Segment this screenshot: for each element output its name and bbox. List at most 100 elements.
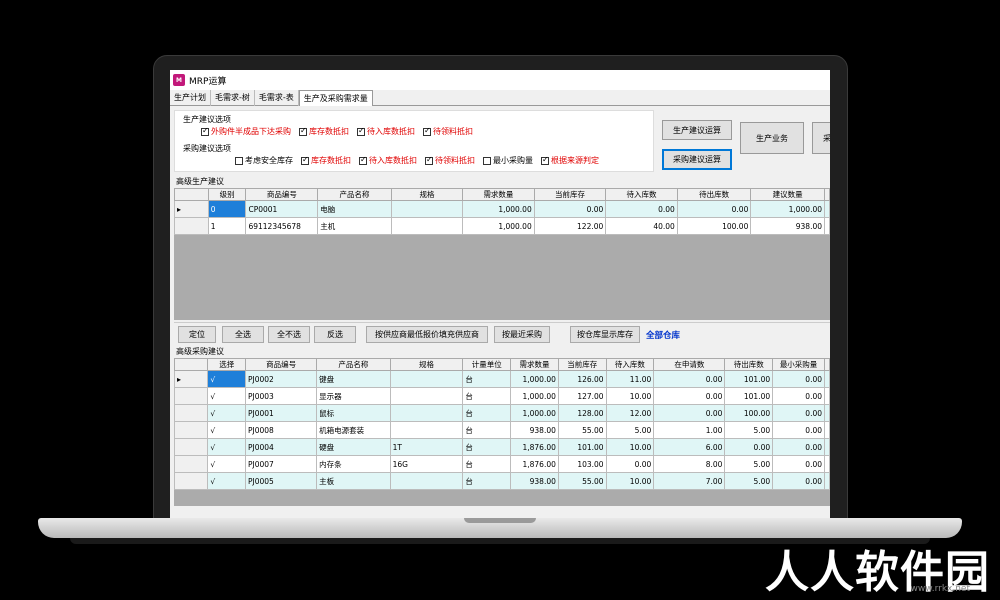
table-cell[interactable]: 0.00 bbox=[772, 438, 825, 456]
purchase-business-button[interactable]: 采 bbox=[812, 122, 830, 154]
table-cell[interactable]: 1,000.00 bbox=[510, 370, 559, 388]
table-cell[interactable] bbox=[390, 200, 464, 218]
table-row[interactable]: √ PJ0008 机箱电源套装台 938.00 55.00 5.00 1.00 5.00 0.0… bbox=[174, 421, 830, 439]
table-cell[interactable]: 0.00 bbox=[533, 200, 607, 218]
column-header[interactable]: 级别 bbox=[207, 188, 247, 201]
table-cell[interactable]: 鼠标 bbox=[316, 404, 391, 422]
table-row[interactable]: √ PJ0001 鼠标台 1,000.00 128.00 12.00 0.00 100.00 0… bbox=[174, 404, 830, 422]
table-row[interactable]: ▸ 0 CP0001 电脑 1,000.00 0.00 0.00 0.00 1,000.00 bbox=[174, 200, 830, 218]
table-cell[interactable]: PJ0007 bbox=[244, 455, 318, 473]
tab-gross-demand-table[interactable]: 毛需求-表 bbox=[255, 90, 299, 106]
option-checkbox[interactable]: 待领料抵扣 bbox=[425, 155, 475, 166]
table-cell[interactable]: √ bbox=[207, 387, 246, 405]
table-cell[interactable]: 69112345678 bbox=[245, 217, 319, 235]
tab-production-plan[interactable]: 生产计划 bbox=[170, 90, 211, 106]
locate-button[interactable]: 定位 bbox=[178, 326, 216, 343]
table-cell[interactable]: 1,000.00 bbox=[750, 200, 825, 218]
row-header[interactable] bbox=[174, 455, 209, 473]
table-cell[interactable] bbox=[389, 421, 464, 439]
recent-purchase-button[interactable]: 按最近采购 bbox=[494, 326, 550, 343]
table-cell[interactable]: 101.00 bbox=[724, 387, 774, 405]
table-cell[interactable]: 0.00 bbox=[772, 404, 825, 422]
show-by-warehouse-button[interactable]: 按仓库显示库存 bbox=[570, 326, 640, 343]
table-cell[interactable]: 1,876.00 bbox=[510, 455, 559, 473]
table-cell[interactable]: 5.00 bbox=[724, 472, 774, 490]
production-business-button[interactable]: 生产业务 bbox=[740, 122, 804, 154]
checkbox-box[interactable] bbox=[359, 155, 367, 165]
table-cell[interactable]: 0.00 bbox=[605, 455, 655, 473]
table-cell[interactable]: √ bbox=[207, 421, 246, 439]
column-header[interactable]: 选择 bbox=[207, 358, 246, 371]
table-cell[interactable]: 0.00 bbox=[772, 370, 825, 388]
column-header[interactable]: 计量单位 bbox=[462, 358, 512, 371]
table-cell[interactable]: 100.00 bbox=[724, 404, 774, 422]
table-cell[interactable]: CP0001 bbox=[245, 200, 319, 218]
table-cell[interactable] bbox=[389, 404, 464, 422]
table-row[interactable]: ▸ √ PJ0002 键盘台 1,000.00 126.00 11.00 0.00 101.00… bbox=[174, 370, 830, 388]
table-cell[interactable]: 103.00 bbox=[557, 455, 607, 473]
table-cell[interactable]: 938.00 bbox=[510, 472, 559, 490]
checkbox-box[interactable] bbox=[423, 126, 431, 136]
table-cell[interactable]: 键盘 bbox=[316, 370, 391, 388]
table-row[interactable]: √ PJ0007 内存条 16G 台 1,876.00 103.00 0.00 8.00 5.00… bbox=[174, 455, 830, 473]
table-cell[interactable]: 101.00 bbox=[557, 438, 607, 456]
table-cell[interactable]: 5.00 bbox=[605, 421, 655, 439]
checkbox-box[interactable] bbox=[483, 156, 491, 165]
table-cell[interactable]: √ bbox=[207, 472, 246, 490]
column-header[interactable]: 需求数量 bbox=[510, 358, 559, 371]
table-row[interactable]: 1 69112345678 主机 1,000.00 122.00 40.00 100.00 9… bbox=[174, 217, 830, 235]
table-cell[interactable]: 1T bbox=[389, 438, 464, 456]
option-checkbox[interactable]: 根据来源判定 bbox=[541, 155, 599, 166]
table-cell[interactable]: PJ0003 bbox=[244, 387, 318, 405]
option-checkbox[interactable]: 考虑安全库存 bbox=[235, 155, 293, 166]
column-header[interactable]: 最小采购量 bbox=[772, 358, 825, 371]
table-cell[interactable]: 0.00 bbox=[772, 472, 825, 490]
table-cell[interactable]: 16G bbox=[389, 455, 464, 473]
column-header[interactable]: 产品名称 bbox=[316, 358, 391, 371]
table-cell[interactable]: PJ0004 bbox=[244, 438, 318, 456]
table-row[interactable]: √ PJ0004 硬盘 1T 台 1,876.00 101.00 10.00 6.00 0.00 0… bbox=[174, 438, 830, 456]
table-cell[interactable]: 硬盘 bbox=[316, 438, 391, 456]
table-cell[interactable]: 1,000.00 bbox=[510, 404, 559, 422]
table-cell[interactable]: 11.00 bbox=[605, 370, 655, 388]
table-cell[interactable]: 显示器 bbox=[316, 387, 391, 405]
table-cell[interactable]: √ bbox=[207, 455, 246, 473]
table-cell[interactable]: 0.00 bbox=[653, 387, 726, 405]
row-header[interactable] bbox=[174, 438, 209, 456]
column-header[interactable]: 待入库数 bbox=[605, 358, 655, 371]
fill-lowest-supplier-button[interactable]: 按供应商最低报价填充供应商 bbox=[366, 326, 488, 343]
table-cell[interactable]: 0.00 bbox=[772, 455, 825, 473]
checkbox-box[interactable] bbox=[425, 155, 433, 165]
checkbox-box[interactable] bbox=[299, 126, 307, 136]
checkbox-box[interactable] bbox=[201, 126, 209, 136]
row-header[interactable] bbox=[174, 387, 209, 405]
table-cell[interactable]: 1,000.00 bbox=[462, 217, 535, 235]
table-cell[interactable]: 12.00 bbox=[605, 404, 655, 422]
table-cell[interactable]: 1,876.00 bbox=[510, 438, 559, 456]
table-cell[interactable]: 台 bbox=[462, 387, 512, 405]
checkbox-box[interactable] bbox=[235, 156, 243, 165]
option-checkbox[interactable]: 库存数抵扣 bbox=[299, 126, 349, 137]
table-cell[interactable]: 0.00 bbox=[605, 200, 678, 218]
column-header[interactable]: 待入库数 bbox=[605, 188, 678, 201]
table-cell[interactable]: 126.00 bbox=[557, 370, 607, 388]
row-header[interactable] bbox=[174, 472, 209, 490]
column-header[interactable]: 规格 bbox=[390, 188, 464, 201]
table-cell[interactable]: √ bbox=[207, 370, 246, 388]
table-cell[interactable]: 6.00 bbox=[653, 438, 726, 456]
table-cell[interactable]: 0.00 bbox=[653, 370, 726, 388]
table-cell[interactable]: 1,000.00 bbox=[510, 387, 559, 405]
table-cell[interactable]: 5.00 bbox=[724, 455, 774, 473]
table-cell[interactable]: 主机 bbox=[317, 217, 392, 235]
column-header[interactable]: 待出库数 bbox=[676, 188, 752, 201]
table-cell[interactable]: 0.00 bbox=[724, 438, 774, 456]
table-cell[interactable]: 1 bbox=[207, 217, 247, 235]
table-cell[interactable]: 主板 bbox=[316, 472, 391, 490]
column-header[interactable]: 商品编号 bbox=[245, 188, 319, 201]
column-header[interactable]: 商品编号 bbox=[244, 358, 318, 371]
table-cell[interactable]: 台 bbox=[462, 421, 512, 439]
table-cell[interactable]: √ bbox=[207, 438, 246, 456]
purchase-calc-button[interactable]: 采购建议运算 bbox=[662, 149, 732, 170]
table-cell[interactable]: 938.00 bbox=[750, 217, 825, 235]
table-cell[interactable]: 10.00 bbox=[605, 438, 655, 456]
